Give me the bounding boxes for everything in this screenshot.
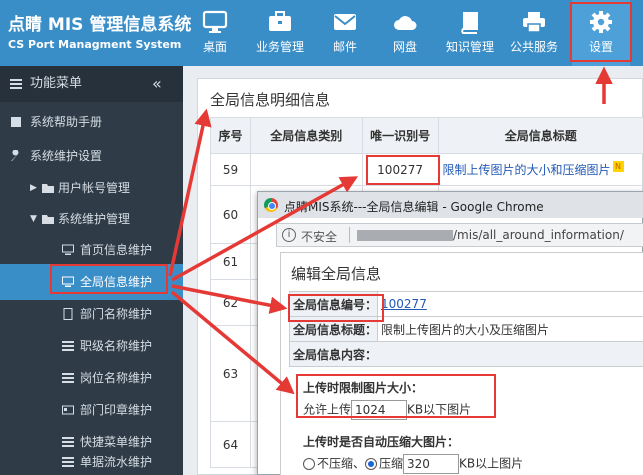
nav-public-service[interactable]: 公共服务 xyxy=(505,0,563,66)
nav-business[interactable]: 业务管理 xyxy=(251,0,309,66)
page-title: 全局信息明细信息 xyxy=(210,91,331,109)
column-header[interactable]: 唯一识别号 xyxy=(361,117,439,154)
book-icon xyxy=(461,12,478,34)
monitor-icon xyxy=(202,10,228,33)
brand-subtitle: CS Port Managment System xyxy=(8,38,182,51)
sidebar-item-department-seals[interactable]: 部门印章维护 xyxy=(0,392,183,428)
sidebar-item-label: 系统维护设置 xyxy=(30,149,103,163)
sidebar-item-homepage-info[interactable]: 首页信息维护 xyxy=(0,232,183,268)
form-row: 全局信息内容： xyxy=(289,341,643,367)
sidebar-item-label: 职级名称维护 xyxy=(80,339,153,353)
new-badge: N xyxy=(612,161,624,172)
highlight-unique-id xyxy=(366,155,440,185)
cell-seq: 63 xyxy=(210,325,251,422)
column-header[interactable]: 序号 xyxy=(210,117,251,154)
cell-seq: 60 xyxy=(210,185,251,244)
compress-suffix: KB以上图片 xyxy=(459,456,524,471)
sidebar-item-rank-names[interactable]: 职级名称维护 xyxy=(0,328,183,364)
cell-category xyxy=(249,153,363,186)
compress-heading: 上传时是否自动压缩大图片： xyxy=(303,435,460,449)
popup-title-bar[interactable]: 点睛MIS系统---全局信息编辑 - Google Chrome xyxy=(258,192,643,218)
briefcase-icon xyxy=(269,11,291,31)
sidebar-menu-header: 功能菜单 « xyxy=(0,66,183,102)
folder-icon xyxy=(42,184,54,193)
cloud-icon xyxy=(394,16,417,30)
list-icon xyxy=(10,79,22,89)
card-icon xyxy=(62,405,74,415)
cell-seq: 62 xyxy=(210,279,251,326)
sidebar-item-position-names[interactable]: 岗位名称维护 xyxy=(0,360,183,396)
address-bar[interactable]: i 不安全 /mis/all_around_information/ xyxy=(276,223,643,247)
sidebar-menu-title: 功能菜单 xyxy=(30,76,83,91)
compress-size-input[interactable]: 320 xyxy=(403,454,460,474)
sidebar-item-label: 岗位名称维护 xyxy=(80,371,153,385)
table-header: 序号 全局信息类别 唯一识别号 全局信息标题 xyxy=(210,117,643,154)
sidebar-item-label: 系统帮助手册 xyxy=(30,115,103,129)
nav-label: 网盘 xyxy=(392,40,417,54)
app-header: 点睛 MIS 管理信息系统 CS Port Managment System 桌… xyxy=(0,0,643,66)
document-icon xyxy=(63,308,73,320)
info-number-link[interactable]: 100277 xyxy=(381,297,427,311)
sidebar-item-help[interactable]: 系统帮助手册 xyxy=(0,104,183,140)
chrome-popup-window: 点睛MIS系统---全局信息编辑 - Google Chrome i 不安全 /… xyxy=(257,191,643,475)
cell-seq: 64 xyxy=(210,421,251,468)
nav-cloud-disk[interactable]: 网盘 xyxy=(376,0,434,66)
editor-panel: 编辑全局信息 全局信息编号： 100277 全局信息标题： 限制上传图片的大小及… xyxy=(280,252,643,475)
monitor-icon xyxy=(62,244,74,255)
chrome-logo-icon xyxy=(264,198,278,212)
cell-title-link[interactable]: 限制上传图片的大小和压缩图片 xyxy=(443,163,611,177)
url-path: /mis/all_around_information/ xyxy=(453,228,624,242)
column-header[interactable]: 全局信息类别 xyxy=(249,117,363,154)
sidebar-item-label: 首页信息维护 xyxy=(80,243,153,257)
compress-section: 上传时是否自动压缩大图片： 不压缩、 压缩 320 KB以上图片 xyxy=(303,433,523,474)
folder-open-icon xyxy=(42,215,54,224)
radio-no-compress-label: 不压缩、 xyxy=(317,456,366,471)
column-header[interactable]: 全局信息标题 xyxy=(437,117,643,154)
highlight-global-info xyxy=(50,264,168,294)
redacted-host xyxy=(357,230,453,241)
collapse-icon[interactable]: « xyxy=(152,66,162,102)
radio-compress-label: 压缩 xyxy=(379,456,404,471)
list-icon xyxy=(62,341,74,351)
nav-mail[interactable]: 邮件 xyxy=(316,0,374,66)
nav-label: 知识管理 xyxy=(445,40,494,54)
brand-title: 点睛 MIS 管理信息系统 xyxy=(8,15,192,35)
sidebar-item-label: 单据流水维护 xyxy=(80,455,153,469)
highlight-limit-section xyxy=(296,374,496,418)
sidebar-item-department-names[interactable]: 部门名称维护 xyxy=(0,296,183,332)
sidebar-item-label: 部门印章维护 xyxy=(80,403,153,417)
cell-seq: 59 xyxy=(210,153,251,186)
sidebar-item-voucher-serials[interactable]: 单据流水维护 xyxy=(0,444,183,475)
radio-compress[interactable] xyxy=(365,458,378,470)
nav-label: 公共服务 xyxy=(509,40,558,54)
sidebar-item-label: 部门名称维护 xyxy=(80,307,153,321)
highlight-info-number xyxy=(288,294,384,322)
info-title-value: 限制上传图片的大小及压缩图片 xyxy=(377,316,643,342)
list-icon xyxy=(62,457,74,467)
insecure-label: 不安全 xyxy=(301,230,338,244)
nav-label: 业务管理 xyxy=(255,40,304,54)
sidebar-item-system-settings[interactable]: 系统维护设置 xyxy=(0,138,183,174)
list-icon xyxy=(62,373,74,383)
info-icon[interactable]: i xyxy=(282,228,296,242)
printer-icon xyxy=(523,12,545,33)
nav-desktop[interactable]: 桌面 xyxy=(186,0,244,66)
popup-window-title: 点睛MIS系统---全局信息编辑 - Google Chrome xyxy=(284,200,544,214)
cell-seq: 61 xyxy=(210,243,251,280)
highlight-settings xyxy=(570,2,632,62)
mail-icon xyxy=(334,14,356,30)
nav-label: 桌面 xyxy=(202,40,227,54)
field-label: 全局信息内容： xyxy=(289,341,643,367)
wrench-icon xyxy=(11,150,19,161)
cell-title[interactable]: 限制上传图片的大小和压缩图片 N xyxy=(437,153,643,186)
nav-label: 邮件 xyxy=(332,40,357,54)
radio-no-compress[interactable] xyxy=(303,458,315,470)
book-icon xyxy=(11,117,21,127)
nav-knowledge[interactable]: 知识管理 xyxy=(441,0,499,66)
divider xyxy=(349,227,350,243)
brand: 点睛 MIS 管理信息系统 CS Port Managment System xyxy=(8,10,191,51)
editor-title: 编辑全局信息 xyxy=(291,265,382,283)
